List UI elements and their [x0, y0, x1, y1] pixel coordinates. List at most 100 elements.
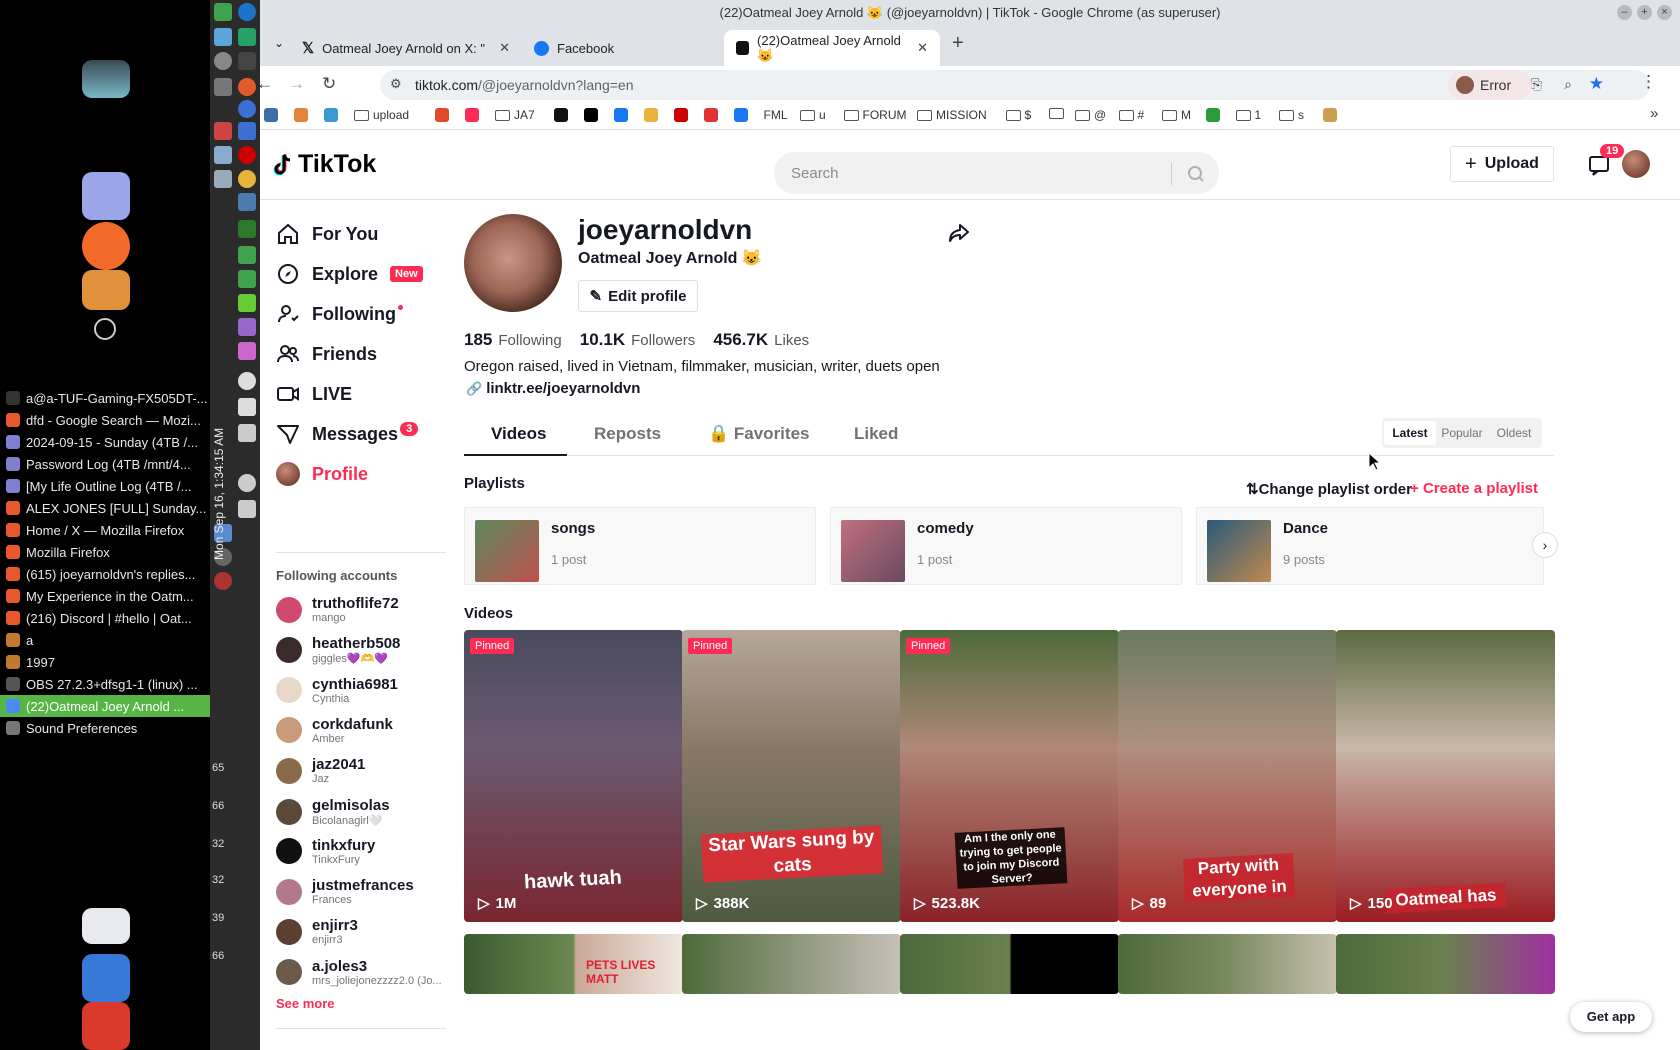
chevron-right-icon[interactable]: ›: [1532, 532, 1558, 558]
microphone-icon[interactable]: [238, 372, 256, 390]
panel-app-icon[interactable]: [238, 100, 256, 118]
task-item[interactable]: 2024-09-15 - Sunday (4TB /...: [0, 431, 210, 453]
task-item[interactable]: OBS 27.2.3+dfsg1-1 (linux) ...: [0, 673, 210, 695]
zoom-icon[interactable]: ⌕: [1564, 76, 1572, 93]
camera-icon[interactable]: [82, 954, 130, 1002]
panel-app-icon[interactable]: [238, 193, 256, 211]
video-card[interactable]: [682, 934, 901, 994]
video-card[interactable]: PETS LIVES MATT: [464, 934, 683, 994]
sort-latest[interactable]: Latest: [1384, 421, 1436, 445]
bookmark-folder[interactable]: MISSION: [917, 108, 987, 122]
panel-app-icon[interactable]: [238, 52, 256, 70]
bookmark-folder[interactable]: [1049, 108, 1064, 119]
user-avatar[interactable]: [1622, 150, 1650, 178]
minimize-button[interactable]: –: [1617, 5, 1632, 20]
following-account-item[interactable]: cynthia6981 Cynthia: [276, 676, 398, 705]
video-card[interactable]: Party with everyone in ▷ 89: [1118, 630, 1337, 922]
bookmark-folder[interactable]: FML: [764, 108, 788, 122]
following-account-item[interactable]: corkdafunk Amber: [276, 716, 393, 745]
bookmark-folder[interactable]: #: [1118, 108, 1144, 122]
video-card[interactable]: [1118, 934, 1337, 994]
text-editor-icon[interactable]: [82, 172, 130, 220]
bookmark-folder[interactable]: 1: [1235, 108, 1261, 122]
tab-tiktok[interactable]: (22)Oatmeal Joey Arnold 😺 ✕: [724, 30, 940, 66]
bookmark-icon[interactable]: [264, 108, 278, 122]
more-bookmarks-icon[interactable]: »: [1650, 105, 1658, 122]
video-card[interactable]: [900, 934, 1119, 994]
close-button[interactable]: ×: [1657, 5, 1672, 20]
bookmark-icon[interactable]: [733, 108, 748, 122]
following-account-item[interactable]: gelmisolas Bicolanagirl🤍: [276, 797, 390, 827]
chrome-icon[interactable]: [238, 170, 256, 188]
edit-profile-button[interactable]: ✎ Edit profile: [578, 280, 698, 312]
battery-icon[interactable]: [238, 500, 256, 518]
panel-app-icon[interactable]: [238, 78, 256, 96]
bookmark-icon[interactable]: [703, 108, 718, 122]
panel-app-icon[interactable]: [214, 170, 232, 188]
power-icon[interactable]: [82, 1002, 130, 1050]
panel-app-icon[interactable]: [238, 294, 256, 312]
bookmark-folder[interactable]: $: [1005, 108, 1031, 122]
panel-app-icon[interactable]: [238, 122, 256, 140]
panel-app-icon[interactable]: [238, 246, 256, 264]
bookmark-folder[interactable]: FORUM: [843, 108, 907, 122]
task-item[interactable]: [My Life Outline Log (4TB /...: [0, 475, 210, 497]
task-item[interactable]: (216) Discord | #hello | Oat...: [0, 607, 210, 629]
folder-icon[interactable]: [82, 270, 130, 310]
download-icon[interactable]: [238, 270, 256, 288]
bookmark-icon[interactable]: [583, 108, 598, 122]
task-item[interactable]: 1997: [0, 651, 210, 673]
bookmark-icon[interactable]: [643, 108, 658, 122]
shield-icon[interactable]: [238, 28, 256, 46]
tab-close-icon[interactable]: ✕: [499, 40, 510, 56]
stat-followers[interactable]: 10.1K Followers: [580, 330, 696, 350]
drive-icon[interactable]: [82, 60, 130, 98]
panel-app-icon[interactable]: [238, 318, 256, 336]
profile-avatar[interactable]: [464, 214, 562, 312]
see-more-link[interactable]: See more: [276, 996, 335, 1011]
profile-link[interactable]: 🔗 linktr.ee/joeyarnoldvn: [466, 380, 640, 397]
forward-button[interactable]: →: [288, 74, 305, 94]
reload-button[interactable]: ↻: [322, 74, 336, 94]
nav-messages[interactable]: Messages 3: [276, 422, 419, 446]
tab-facebook[interactable]: Facebook ✕: [522, 30, 754, 66]
video-card[interactable]: [1336, 934, 1555, 994]
task-item[interactable]: a@a-TUF-Gaming-FX505DT-...: [0, 387, 210, 409]
video-card[interactable]: Pinned Star Wars sung by cats ▷ 388K: [682, 630, 901, 922]
maximize-button[interactable]: +: [1637, 5, 1652, 20]
site-info-icon[interactable]: ⚙: [390, 76, 402, 92]
sort-popular[interactable]: Popular: [1436, 421, 1488, 445]
task-item[interactable]: ALEX JONES [FULL] Sunday...: [0, 497, 210, 519]
menu-icon[interactable]: ⋮: [1640, 72, 1657, 92]
new-tab-button[interactable]: +: [952, 32, 964, 55]
nav-friends[interactable]: Friends: [276, 342, 377, 366]
panel-app-icon[interactable]: [238, 342, 256, 360]
opera-icon[interactable]: [238, 146, 256, 164]
bookmark-folder[interactable]: s: [1279, 108, 1304, 122]
search-input[interactable]: Search: [774, 152, 1219, 194]
nav-explore[interactable]: Explore New: [276, 262, 423, 286]
playlist-card[interactable]: songs 1 post: [464, 507, 816, 585]
panel-app-icon[interactable]: [238, 474, 256, 492]
following-account-item[interactable]: truthoflife72 mango: [276, 595, 399, 624]
tab-liked[interactable]: Liked: [854, 424, 898, 444]
panel-app-icon[interactable]: [238, 220, 256, 238]
firefox-icon[interactable]: [82, 222, 130, 270]
upload-button[interactable]: + Upload: [1450, 146, 1554, 182]
share-icon[interactable]: [948, 222, 970, 249]
panel-app-icon[interactable]: [214, 146, 232, 164]
record-icon[interactable]: [214, 572, 232, 590]
playlist-card[interactable]: comedy 1 post: [830, 507, 1182, 585]
install-icon[interactable]: ⎘: [1531, 76, 1542, 93]
following-account-item[interactable]: a.joles3 mrs_joliejonezzzz2.0 (Jo...: [276, 958, 442, 987]
change-playlist-order-button[interactable]: ⇅Change playlist order: [1246, 480, 1412, 498]
bookmark-icon[interactable]: [1322, 108, 1337, 122]
bookmark-icon[interactable]: [673, 108, 688, 122]
following-account-item[interactable]: jaz2041 Jaz: [276, 756, 365, 785]
bookmark-icon[interactable]: [324, 108, 338, 122]
mint-logo-icon[interactable]: [94, 318, 116, 340]
bookmark-icon[interactable]: [1205, 108, 1220, 122]
bookmark-icon[interactable]: [553, 108, 568, 122]
network-icon[interactable]: [238, 424, 256, 442]
bookmark-folder[interactable]: @: [1075, 108, 1106, 122]
